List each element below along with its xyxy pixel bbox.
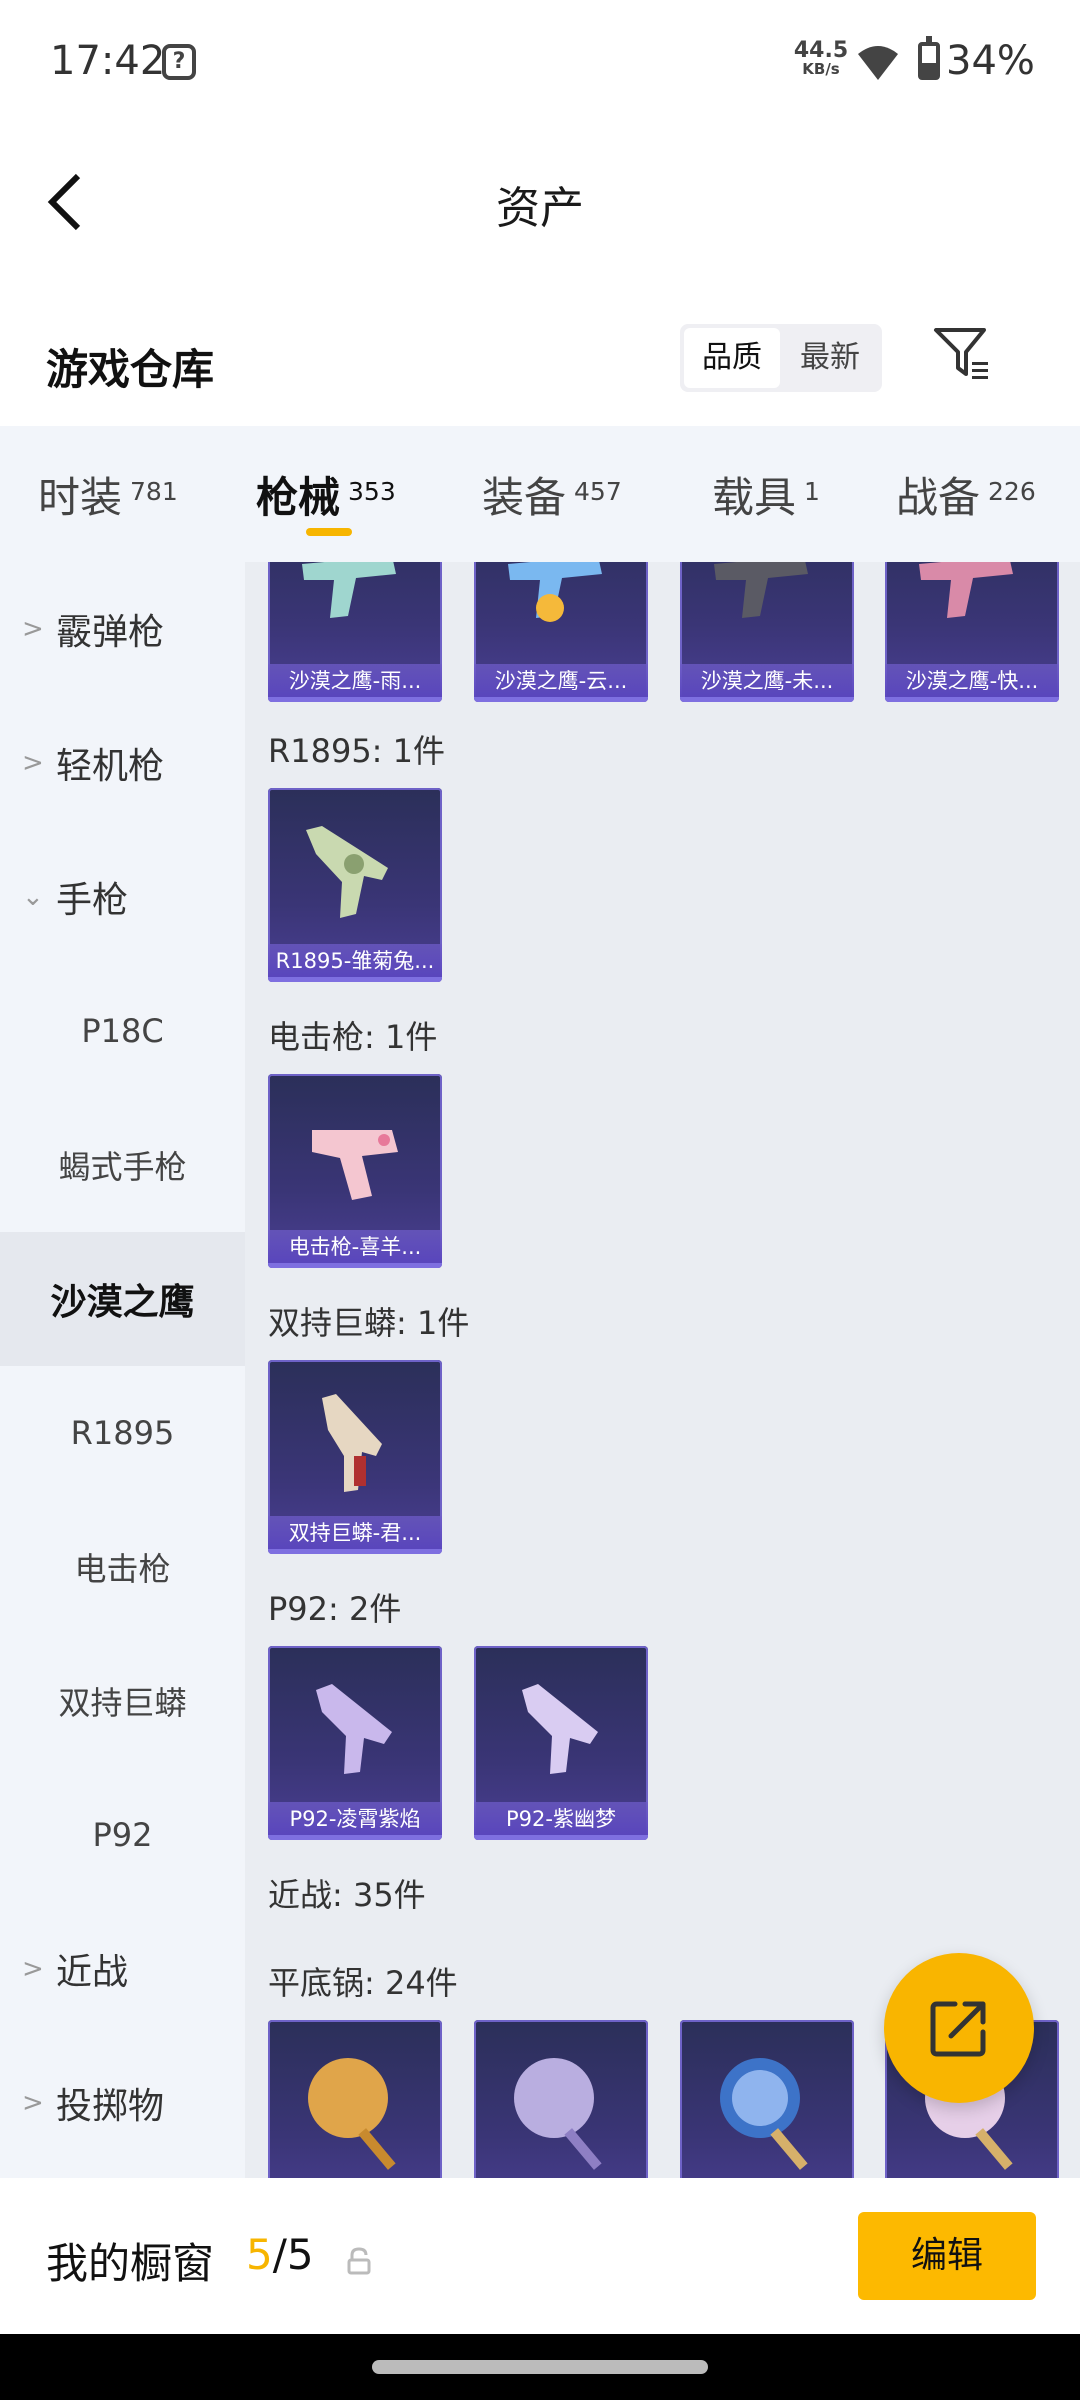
app-header: 资产 <box>0 124 1080 274</box>
sidebar-item-r1895[interactable]: R1895 <box>0 1366 245 1500</box>
sidebar-item-taser[interactable]: 电击枪 <box>0 1500 245 1634</box>
sidebar-item-throwables[interactable]: > 投掷物 <box>0 2036 245 2170</box>
page-title: 资产 <box>496 183 584 234</box>
edit-button[interactable]: 编辑 <box>858 2212 1036 2300</box>
item-card[interactable]: 沙漠之鹰-云... <box>474 562 648 702</box>
showcase-count: 5/5 <box>246 2230 314 2279</box>
sort-newest-button[interactable]: 最新 <box>782 328 878 388</box>
sort-toggle: 品质 最新 <box>680 324 882 392</box>
system-nav-bar <box>0 2334 1080 2400</box>
item-card[interactable]: 沙漠之鹰-未... <box>680 562 854 702</box>
section-title: R1895: 1件 <box>268 732 445 770</box>
chevron-right-icon: > <box>22 2088 44 2118</box>
share-button[interactable] <box>884 1953 1034 2103</box>
wifi-icon <box>858 46 898 80</box>
item-card[interactable]: 沙漠之鹰-快... <box>885 562 1059 702</box>
chevron-down-icon: ⌄ <box>22 882 44 912</box>
home-gesture-handle[interactable] <box>372 2360 708 2374</box>
item-card[interactable]: 电击枪-喜羊... <box>268 1074 442 1268</box>
sidebar-item-desert-eagle[interactable]: 沙漠之鹰 <box>0 1232 245 1366</box>
lock-icon <box>347 2247 371 2275</box>
battery-icon <box>918 36 940 80</box>
pistol-icon <box>508 562 602 622</box>
pistol-icon <box>714 562 808 618</box>
sidebar-item-pistol[interactable]: ⌄ 手枪 <box>0 830 245 964</box>
pistol-icon <box>302 562 396 618</box>
chevron-right-icon: > <box>22 1954 44 1984</box>
chevron-right-icon: > <box>22 748 44 778</box>
filter-icon[interactable] <box>930 322 994 386</box>
sidebar: > 霰弹枪 > 轻机枪 ⌄ 手枪 P18C 蝎式手枪 沙漠之鹰 R1895 电击枪 双… <box>0 562 245 2178</box>
sort-quality-button[interactable]: 品质 <box>684 328 780 388</box>
warehouse-title: 游戏仓库 <box>46 345 215 394</box>
tab-guns[interactable]: 枪械 353 <box>256 464 396 525</box>
revolver-icon <box>322 1394 382 1492</box>
section-title: 平底锅: 24件 <box>268 1964 458 2002</box>
sidebar-item-scorpion[interactable]: 蝎式手枪 <box>0 1098 245 1232</box>
section-title: P92: 2件 <box>268 1590 402 1628</box>
pistol-icon <box>522 1684 598 1774</box>
section-title: 电击枪: 1件 <box>268 1018 438 1056</box>
sidebar-item-p92[interactable]: P92 <box>0 1768 245 1902</box>
item-card[interactable]: P92-紫幽梦 <box>474 1646 648 1840</box>
sidebar-item-shotgun[interactable]: > 霰弹枪 <box>0 562 245 696</box>
question-icon: ? <box>162 44 196 80</box>
item-card[interactable] <box>474 2020 648 2178</box>
pan-icon <box>514 2058 602 2170</box>
sidebar-item-p18c[interactable]: P18C <box>0 964 245 1098</box>
network-speed: 44.5 KB/s <box>793 38 849 78</box>
item-card[interactable]: R1895-雏菊兔... <box>268 788 442 982</box>
section-title: 近战: 35件 <box>268 1876 426 1914</box>
chevron-right-icon: > <box>22 614 44 644</box>
showcase-label: 我的橱窗 <box>46 2239 215 2288</box>
pistol-icon <box>919 562 1013 618</box>
status-time: 17:42 <box>50 38 166 84</box>
revolver-icon <box>306 826 388 918</box>
sidebar-item-lmg[interactable]: > 轻机枪 <box>0 696 245 830</box>
tab-fashion[interactable]: 时装 781 <box>38 464 178 525</box>
sidebar-item-dual-python[interactable]: 双持巨蟒 <box>0 1634 245 1768</box>
tab-equipment[interactable]: 装备 457 <box>482 464 622 525</box>
pan-icon <box>720 2058 808 2170</box>
pan-icon <box>308 2058 396 2170</box>
taser-icon <box>312 1130 398 1200</box>
item-card[interactable] <box>680 2020 854 2178</box>
item-card[interactable]: 沙漠之鹰-雨... <box>268 562 442 702</box>
section-title: 双持巨蟒: 1件 <box>268 1304 470 1342</box>
sidebar-item-melee[interactable]: > 近战 <box>0 1902 245 2036</box>
category-tabs: 时装 781 枪械 353 装备 457 载具 1 战备 226 <box>0 426 1080 562</box>
item-grid: 沙漠之鹰-雨... 沙漠之鹰-云... 沙漠之鹰-未... 沙漠之鹰-快... … <box>245 562 1080 2178</box>
pistol-icon <box>316 1684 392 1774</box>
item-card[interactable] <box>268 2020 442 2178</box>
showcase-bar: 我的橱窗 5/5 编辑 <box>0 2178 1080 2334</box>
tab-supplies[interactable]: 战备 226 <box>896 464 1036 525</box>
status-bar: 17:42 ? 44.5 KB/s 34% <box>0 0 1080 124</box>
battery-percent: 34% <box>946 38 1035 84</box>
share-icon <box>930 2001 986 2057</box>
tab-vehicles[interactable]: 载具 1 <box>712 464 820 525</box>
item-card[interactable]: 双持巨蟒-君... <box>268 1360 442 1554</box>
warehouse-header: 游戏仓库 品质 最新 <box>0 274 1080 426</box>
active-tab-indicator <box>306 528 352 536</box>
item-card[interactable]: P92-凌霄紫焰 <box>268 1646 442 1840</box>
